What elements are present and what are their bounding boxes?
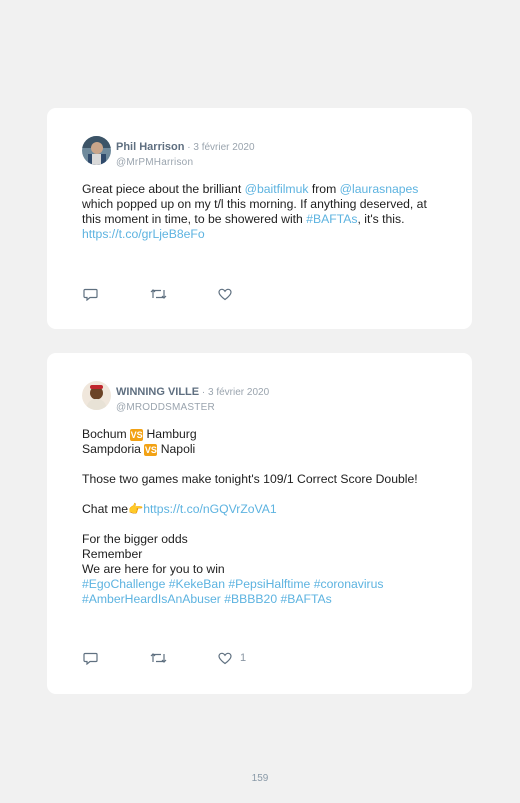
text-line: We are here for you to win <box>82 562 225 576</box>
text-line: Those two games make tonight's 109/1 Cor… <box>82 472 418 486</box>
tweet-text: Bochum VS Hamburg Sampdoria VS Napoli Th… <box>82 427 442 607</box>
vs-badge: VS <box>144 444 158 456</box>
team-name: Bochum <box>82 427 131 441</box>
author-meta: WINNING VILLE · 3 février 2020 @MRODDSMA… <box>116 382 269 413</box>
text-segment: from <box>308 182 340 196</box>
like-icon <box>218 652 232 664</box>
tweet-card: Phil Harrison · 3 février 2020 @MrPMHarr… <box>47 108 472 329</box>
retweet-icon <box>150 653 167 663</box>
retweet-icon <box>150 289 167 299</box>
text-segment: Great piece about the brilliant <box>82 182 245 196</box>
hashtag-line[interactable]: #EgoChallenge #KekeBan #PepsiHalftime #c… <box>82 577 442 592</box>
like-button[interactable] <box>218 286 240 302</box>
mention-link[interactable]: @laurasnapes <box>340 182 419 196</box>
page-number: 159 <box>251 773 269 784</box>
author-name[interactable]: Phil Harrison <box>116 141 184 153</box>
text-segment: , it's this. <box>357 212 405 226</box>
hashtag-link[interactable]: #BAFTAs <box>306 212 357 226</box>
vs-badge: VS <box>130 429 144 441</box>
tweet-actions: 1 <box>83 650 283 666</box>
reply-button[interactable] <box>83 286 98 302</box>
text-line: Chat me👉https://t.co/nGQVrZoVA1 <box>82 502 442 517</box>
url-link[interactable]: https://t.co/grLjeB8eFo <box>82 227 205 241</box>
url-link[interactable]: https://t.co/nGQVrZoVA1 <box>143 502 276 516</box>
tweet-card: WINNING VILLE · 3 février 2020 @MRODDSMA… <box>47 353 472 694</box>
author-name[interactable]: WINNING VILLE <box>116 386 199 398</box>
mention-link[interactable]: @baitfilmuk <box>245 182 309 196</box>
like-count: 1 <box>240 652 247 664</box>
pointing-emoji-icon: 👉 <box>128 502 144 516</box>
tweet-text: Great piece about the brilliant @baitfil… <box>82 182 442 242</box>
text-line: For the bigger odds <box>82 532 188 546</box>
tweet-date[interactable]: · 3 février 2020 <box>199 387 269 398</box>
retweet-button[interactable] <box>150 286 167 302</box>
team-name: Sampdoria <box>82 442 145 456</box>
avatar[interactable] <box>82 381 111 410</box>
author-meta: Phil Harrison · 3 février 2020 @MrPMHarr… <box>116 137 255 168</box>
like-button[interactable]: 1 <box>218 650 246 666</box>
reply-icon <box>83 288 98 301</box>
text-line: Remember <box>82 547 143 561</box>
tweet-actions <box>83 286 283 302</box>
match-line: Sampdoria VS Napoli <box>82 442 442 457</box>
team-name: Napoli <box>157 442 196 456</box>
author-handle[interactable]: @MrPMHarrison <box>116 157 255 168</box>
hashtag-line[interactable]: #AmberHeardIsAnAbuser #BBBB20 #BAFTAs <box>82 592 442 607</box>
author-handle[interactable]: @MRODDSMASTER <box>116 402 269 413</box>
tweet-date[interactable]: · 3 février 2020 <box>184 142 254 153</box>
avatar[interactable] <box>82 136 111 165</box>
like-icon <box>218 288 232 300</box>
retweet-button[interactable] <box>150 650 167 666</box>
team-name: Hamburg <box>143 427 197 441</box>
reply-icon <box>83 652 98 665</box>
reply-button[interactable] <box>83 650 98 666</box>
match-line: Bochum VS Hamburg <box>82 427 442 442</box>
text-segment: Chat me <box>82 502 129 516</box>
